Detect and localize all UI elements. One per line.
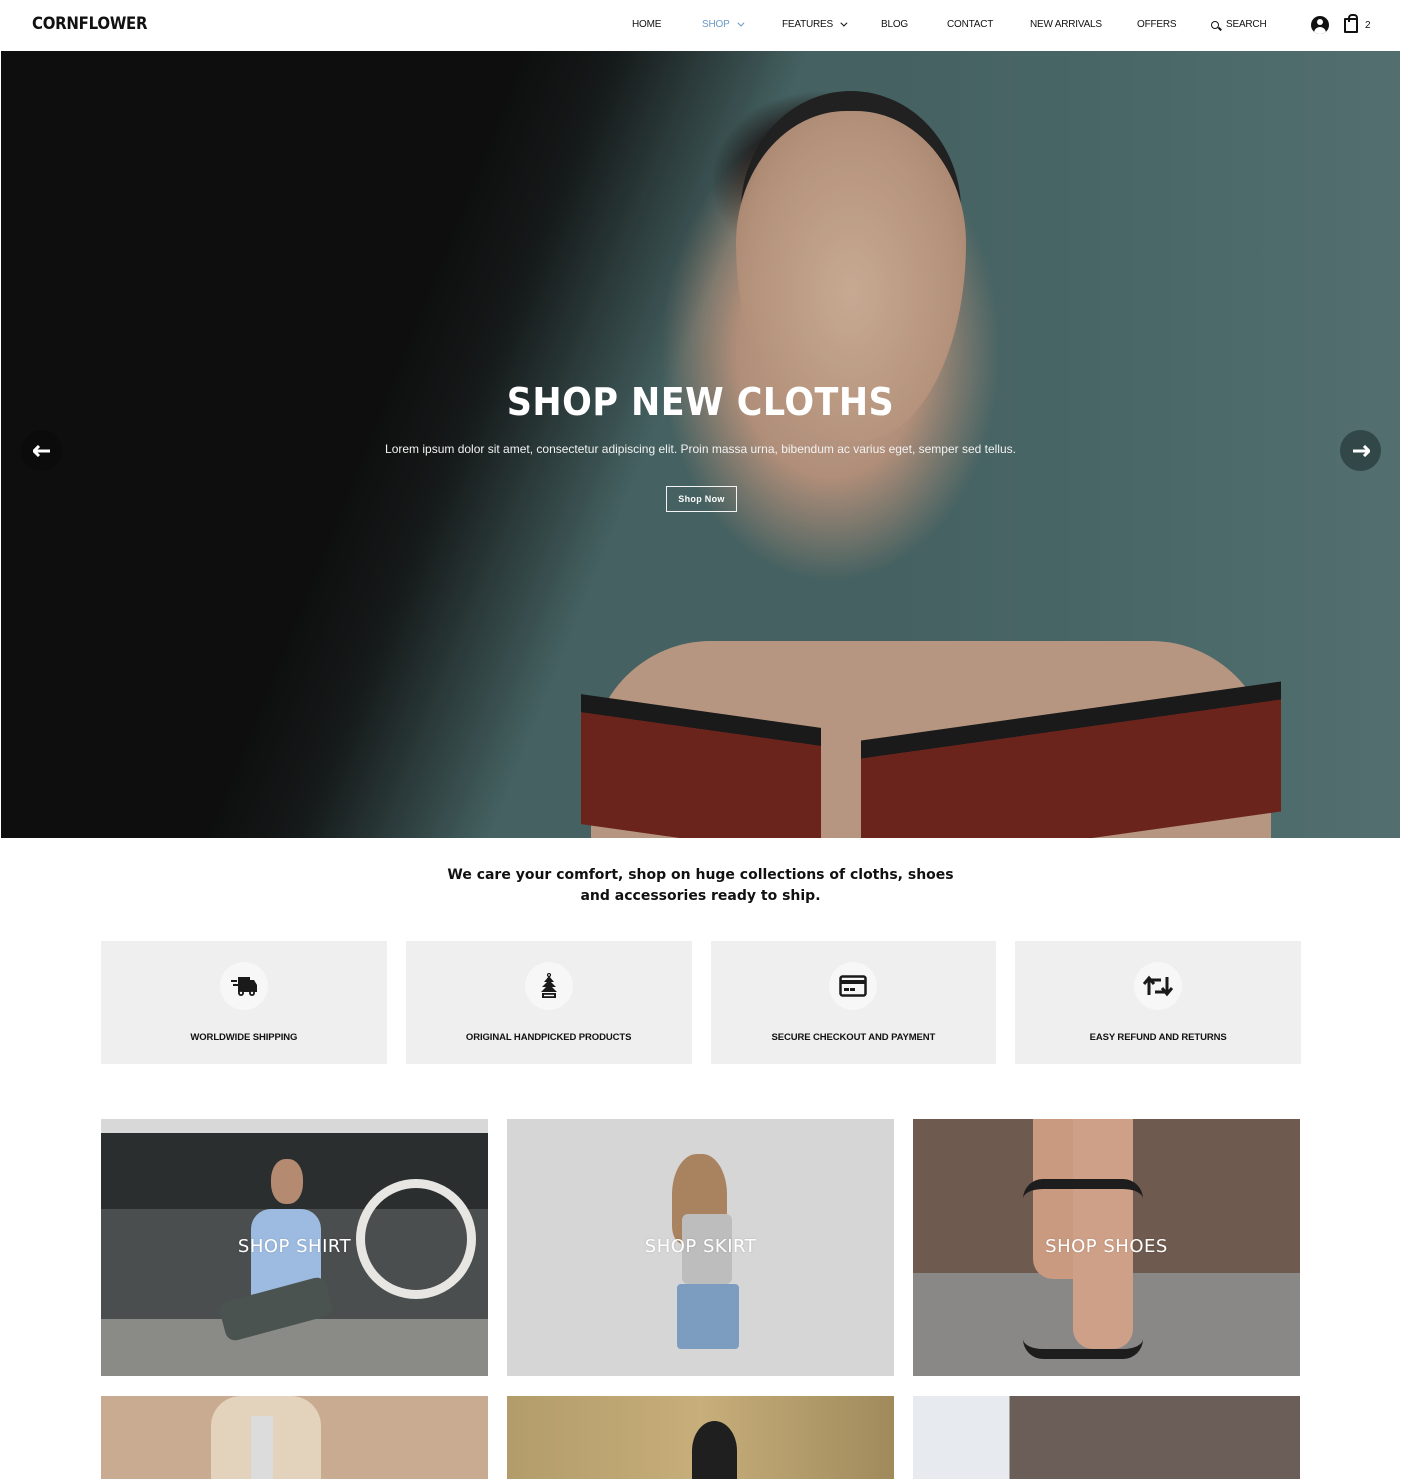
nav-blog[interactable]: BLOG xyxy=(881,19,908,30)
nav-shop[interactable]: SHOP xyxy=(702,19,744,30)
feature-card: WORLDWIDE SHIPPING xyxy=(101,941,387,1064)
head-shape xyxy=(692,1421,737,1479)
slider-prev-button[interactable] xyxy=(21,430,62,471)
credit-card-icon xyxy=(839,975,868,997)
category-label: SHOP SKIRT xyxy=(644,1236,757,1257)
hero-subtitle: Lorem ipsum dolor sit amet, consectetur … xyxy=(385,442,1016,456)
feature-card: EASY REFUND AND RETURNS xyxy=(1015,941,1301,1064)
feature-card: SECURE CHECKOUT AND PAYMENT xyxy=(710,941,997,1064)
feature-label: ORIGINAL HANDPICKED PRODUCTS xyxy=(465,1032,632,1043)
head-shape xyxy=(271,1159,303,1204)
shipping-truck-icon xyxy=(230,977,257,996)
chevron-down-icon xyxy=(840,19,848,27)
tagline-line-1: We care your comfort, shop on huge colle… xyxy=(447,867,954,883)
nav-new-arrivals[interactable]: NEW ARRIVALS xyxy=(1030,19,1102,30)
category-label: SHOP SHOES xyxy=(1045,1236,1168,1257)
shop-now-button[interactable]: Shop Now xyxy=(666,486,737,512)
site-header: CORNFLOWER HOME SHOP FEATURES BLOG CONTA… xyxy=(0,0,1401,51)
search-icon xyxy=(1211,20,1219,29)
category-tile-4[interactable] xyxy=(101,1396,488,1479)
feature-label: EASY REFUND AND RETURNS xyxy=(1089,1032,1227,1043)
category-tile-skirt[interactable]: SHOP SKIRT xyxy=(507,1119,894,1376)
hero-slider: SHOP NEW CLOTHS Lorem ipsum dolor sit am… xyxy=(1,51,1400,838)
arrow-left-icon xyxy=(32,444,50,457)
nav-search-label: SEARCH xyxy=(1226,19,1267,30)
feature-icon-circle xyxy=(524,962,573,1010)
tagline: We care your comfort, shop on huge colle… xyxy=(0,865,1401,907)
feature-icon-circle xyxy=(219,962,268,1010)
category-tile-shoes[interactable]: SHOP SHOES xyxy=(913,1119,1300,1376)
nav-contact[interactable]: CONTACT xyxy=(947,19,993,30)
shopping-bag-icon[interactable] xyxy=(1344,14,1358,33)
nav-offers-label: OFFERS xyxy=(1137,19,1177,30)
card-shape xyxy=(251,1416,273,1479)
sandal-strap-shape xyxy=(1023,1179,1143,1359)
feature-icon-circle xyxy=(829,962,878,1010)
retweet-arrows-icon xyxy=(1143,975,1174,997)
nav-contact-label: CONTACT xyxy=(947,19,994,30)
nav-features-label: FEATURES xyxy=(782,19,833,30)
feature-label: WORLDWIDE SHIPPING xyxy=(190,1032,298,1043)
tagline-line-2: and accessories ready to ship. xyxy=(580,888,821,904)
slider-next-button[interactable] xyxy=(1340,430,1381,471)
feature-icon-circle xyxy=(1134,962,1183,1010)
nav-home-label: HOME xyxy=(632,19,662,30)
tree-air-freshener-icon xyxy=(540,973,557,998)
category-tile-5[interactable] xyxy=(507,1396,894,1479)
main-nav: HOME SHOP FEATURES BLOG CONTACT NEW ARRI… xyxy=(0,0,1401,51)
feature-label: SECURE CHECKOUT AND PAYMENT xyxy=(771,1032,936,1043)
nav-shop-label: SHOP xyxy=(702,19,730,30)
category-tile-6[interactable] xyxy=(913,1396,1300,1479)
nav-features[interactable]: FEATURES xyxy=(782,19,848,30)
nav-search[interactable]: SEARCH xyxy=(1211,19,1267,30)
features-row: WORLDWIDE SHIPPING ORIGINAL HANDPICKED P… xyxy=(101,941,1301,1064)
user-account-icon[interactable] xyxy=(1311,16,1329,34)
cart-count-badge: 2 xyxy=(1365,20,1371,31)
skirt-shape xyxy=(677,1284,739,1349)
arrow-right-icon xyxy=(1352,444,1370,457)
category-label: SHOP SHIRT xyxy=(237,1236,352,1257)
nav-new-arrivals-label: NEW ARRIVALS xyxy=(1030,19,1102,30)
nav-home[interactable]: HOME xyxy=(632,19,661,30)
hero-title: SHOP NEW CLOTHS xyxy=(506,380,895,424)
nav-blog-label: BLOG xyxy=(881,19,908,30)
category-tile-shirt[interactable]: SHOP SHIRT xyxy=(101,1119,488,1376)
nav-offers[interactable]: OFFERS xyxy=(1137,19,1177,30)
chevron-down-icon xyxy=(736,19,744,27)
feature-card: ORIGINAL HANDPICKED PRODUCTS xyxy=(405,941,692,1064)
